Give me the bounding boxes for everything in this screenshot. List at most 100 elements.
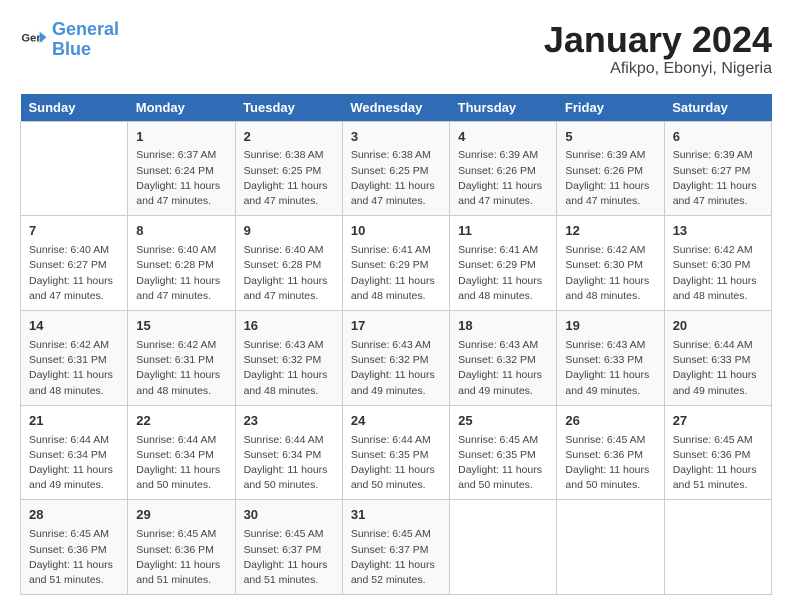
day-info: Sunrise: 6:37 AM Sunset: 6:24 PM Dayligh…: [136, 148, 226, 209]
day-info: Sunrise: 6:42 AM Sunset: 6:31 PM Dayligh…: [136, 338, 226, 399]
calendar-week-1: 1Sunrise: 6:37 AM Sunset: 6:24 PM Daylig…: [21, 121, 772, 216]
calendar-cell: 28 Sunrise: 6:45 AM Sunset: 6:36 PM Dayli…: [21, 500, 128, 595]
calendar-cell: 2Sunrise: 6:38 AM Sunset: 6:25 PM Daylig…: [235, 121, 342, 216]
logo-icon: Gen: [20, 26, 48, 54]
calendar-cell: 31Sunrise: 6:45 AM Sunset: 6:37 PM Dayli…: [342, 500, 449, 595]
day-info: Sunrise: 6:43 AM Sunset: 6:32 PM Dayligh…: [351, 338, 441, 399]
day-info: Sunrise: 6:42 AM Sunset: 6:30 PM Dayligh…: [673, 243, 763, 304]
day-number: 6: [673, 128, 763, 147]
day-number: 22: [136, 412, 226, 431]
day-info: Sunrise: 6:41 AM Sunset: 6:29 PM Dayligh…: [458, 243, 548, 304]
day-number: 5: [565, 128, 655, 147]
calendar-cell: 8Sunrise: 6:40 AM Sunset: 6:28 PM Daylig…: [128, 216, 235, 311]
calendar-subtitle: Afikpo, Ebonyi, Nigeria: [544, 60, 772, 78]
calendar-cell: 26Sunrise: 6:45 AM Sunset: 6:36 PM Dayli…: [557, 405, 664, 500]
calendar-cell: 3Sunrise: 6:38 AM Sunset: 6:25 PM Daylig…: [342, 121, 449, 216]
logo: Gen GeneralBlue: [20, 20, 119, 60]
day-info: Sunrise: 6:41 AM Sunset: 6:29 PM Dayligh…: [351, 243, 441, 304]
title-block: January 2024 Afikpo, Ebonyi, Nigeria: [544, 20, 772, 78]
day-number: 11: [458, 222, 548, 241]
day-number: 28: [29, 506, 119, 525]
day-info: Sunrise: 6:43 AM Sunset: 6:32 PM Dayligh…: [244, 338, 334, 399]
calendar-cell: 11 Sunrise: 6:41 AM Sunset: 6:29 PM Dayli…: [450, 216, 557, 311]
day-number: 18: [458, 317, 548, 336]
day-info: Sunrise: 6:45 AM Sunset: 6:35 PM Dayligh…: [458, 433, 548, 494]
day-number: 15: [136, 317, 226, 336]
day-info: Sunrise: 6:38 AM Sunset: 6:25 PM Dayligh…: [351, 148, 441, 209]
calendar-cell: 1Sunrise: 6:37 AM Sunset: 6:24 PM Daylig…: [128, 121, 235, 216]
calendar-week-5: 28 Sunrise: 6:45 AM Sunset: 6:36 PM Dayli…: [21, 500, 772, 595]
day-info: Sunrise: 6:39 AM Sunset: 6:26 PM Dayligh…: [565, 148, 655, 209]
day-header-sunday: Sunday: [21, 94, 128, 122]
day-number: 27: [673, 412, 763, 431]
day-info: Sunrise: 6:45 AM Sunset: 6:36 PM Dayligh…: [673, 433, 763, 494]
calendar-cell: 15 Sunrise: 6:42 AM Sunset: 6:31 PM Dayli…: [128, 311, 235, 406]
calendar-week-3: 14 Sunrise: 6:42 AM Sunset: 6:31 PM Dayli…: [21, 311, 772, 406]
day-info: Sunrise: 6:42 AM Sunset: 6:30 PM Dayligh…: [565, 243, 655, 304]
day-info: Sunrise: 6:45 AM Sunset: 6:36 PM Dayligh…: [29, 527, 119, 588]
calendar-cell: 23Sunrise: 6:44 AM Sunset: 6:34 PM Dayli…: [235, 405, 342, 500]
day-number: 8: [136, 222, 226, 241]
day-number: 30: [244, 506, 334, 525]
day-number: 9: [244, 222, 334, 241]
calendar-cell: 24 Sunrise: 6:44 AM Sunset: 6:35 PM Dayli…: [342, 405, 449, 500]
calendar-header-row: SundayMondayTuesdayWednesdayThursdayFrid…: [21, 94, 772, 122]
day-info: Sunrise: 6:44 AM Sunset: 6:33 PM Dayligh…: [673, 338, 763, 399]
day-number: 2: [244, 128, 334, 147]
day-info: Sunrise: 6:40 AM Sunset: 6:28 PM Dayligh…: [244, 243, 334, 304]
day-header-saturday: Saturday: [664, 94, 771, 122]
calendar-cell: [664, 500, 771, 595]
day-number: 12: [565, 222, 655, 241]
day-info: Sunrise: 6:43 AM Sunset: 6:33 PM Dayligh…: [565, 338, 655, 399]
day-info: Sunrise: 6:44 AM Sunset: 6:35 PM Dayligh…: [351, 433, 441, 494]
calendar-cell: [557, 500, 664, 595]
day-header-friday: Friday: [557, 94, 664, 122]
calendar-body: 1Sunrise: 6:37 AM Sunset: 6:24 PM Daylig…: [21, 121, 772, 595]
day-info: Sunrise: 6:44 AM Sunset: 6:34 PM Dayligh…: [244, 433, 334, 494]
calendar-cell: 27 Sunrise: 6:45 AM Sunset: 6:36 PM Dayli…: [664, 405, 771, 500]
calendar-cell: 10 Sunrise: 6:41 AM Sunset: 6:29 PM Dayli…: [342, 216, 449, 311]
day-number: 24: [351, 412, 441, 431]
day-info: Sunrise: 6:44 AM Sunset: 6:34 PM Dayligh…: [136, 433, 226, 494]
calendar-cell: 7Sunrise: 6:40 AM Sunset: 6:27 PM Daylig…: [21, 216, 128, 311]
day-number: 10: [351, 222, 441, 241]
calendar-cell: 5Sunrise: 6:39 AM Sunset: 6:26 PM Daylig…: [557, 121, 664, 216]
day-info: Sunrise: 6:39 AM Sunset: 6:26 PM Dayligh…: [458, 148, 548, 209]
calendar-title: January 2024: [544, 20, 772, 60]
calendar-cell: 20 Sunrise: 6:44 AM Sunset: 6:33 PM Dayli…: [664, 311, 771, 406]
day-number: 19: [565, 317, 655, 336]
calendar-cell: 22 Sunrise: 6:44 AM Sunset: 6:34 PM Dayli…: [128, 405, 235, 500]
day-number: 20: [673, 317, 763, 336]
day-number: 4: [458, 128, 548, 147]
calendar-cell: 14 Sunrise: 6:42 AM Sunset: 6:31 PM Dayli…: [21, 311, 128, 406]
calendar-cell: 12 Sunrise: 6:42 AM Sunset: 6:30 PM Dayli…: [557, 216, 664, 311]
calendar-cell: 17Sunrise: 6:43 AM Sunset: 6:32 PM Dayli…: [342, 311, 449, 406]
calendar-cell: 25 Sunrise: 6:45 AM Sunset: 6:35 PM Dayli…: [450, 405, 557, 500]
calendar-table: SundayMondayTuesdayWednesdayThursdayFrid…: [20, 94, 772, 596]
day-number: 31: [351, 506, 441, 525]
day-info: Sunrise: 6:38 AM Sunset: 6:25 PM Dayligh…: [244, 148, 334, 209]
page-header: Gen GeneralBlue January 2024 Afikpo, Ebo…: [20, 20, 772, 78]
calendar-cell: 21 Sunrise: 6:44 AM Sunset: 6:34 PM Dayli…: [21, 405, 128, 500]
day-number: 3: [351, 128, 441, 147]
day-info: Sunrise: 6:45 AM Sunset: 6:36 PM Dayligh…: [565, 433, 655, 494]
calendar-cell: 30 Sunrise: 6:45 AM Sunset: 6:37 PM Dayli…: [235, 500, 342, 595]
day-number: 21: [29, 412, 119, 431]
day-info: Sunrise: 6:39 AM Sunset: 6:27 PM Dayligh…: [673, 148, 763, 209]
calendar-week-4: 21 Sunrise: 6:44 AM Sunset: 6:34 PM Dayli…: [21, 405, 772, 500]
calendar-week-2: 7Sunrise: 6:40 AM Sunset: 6:27 PM Daylig…: [21, 216, 772, 311]
day-number: 25: [458, 412, 548, 431]
day-info: Sunrise: 6:44 AM Sunset: 6:34 PM Dayligh…: [29, 433, 119, 494]
day-header-monday: Monday: [128, 94, 235, 122]
day-info: Sunrise: 6:42 AM Sunset: 6:31 PM Dayligh…: [29, 338, 119, 399]
day-info: Sunrise: 6:45 AM Sunset: 6:36 PM Dayligh…: [136, 527, 226, 588]
calendar-cell: 29 Sunrise: 6:45 AM Sunset: 6:36 PM Dayli…: [128, 500, 235, 595]
day-info: Sunrise: 6:45 AM Sunset: 6:37 PM Dayligh…: [244, 527, 334, 588]
day-header-thursday: Thursday: [450, 94, 557, 122]
calendar-cell: [21, 121, 128, 216]
calendar-cell: 9 Sunrise: 6:40 AM Sunset: 6:28 PM Daylig…: [235, 216, 342, 311]
day-number: 14: [29, 317, 119, 336]
calendar-cell: 16Sunrise: 6:43 AM Sunset: 6:32 PM Dayli…: [235, 311, 342, 406]
day-number: 29: [136, 506, 226, 525]
day-number: 7: [29, 222, 119, 241]
